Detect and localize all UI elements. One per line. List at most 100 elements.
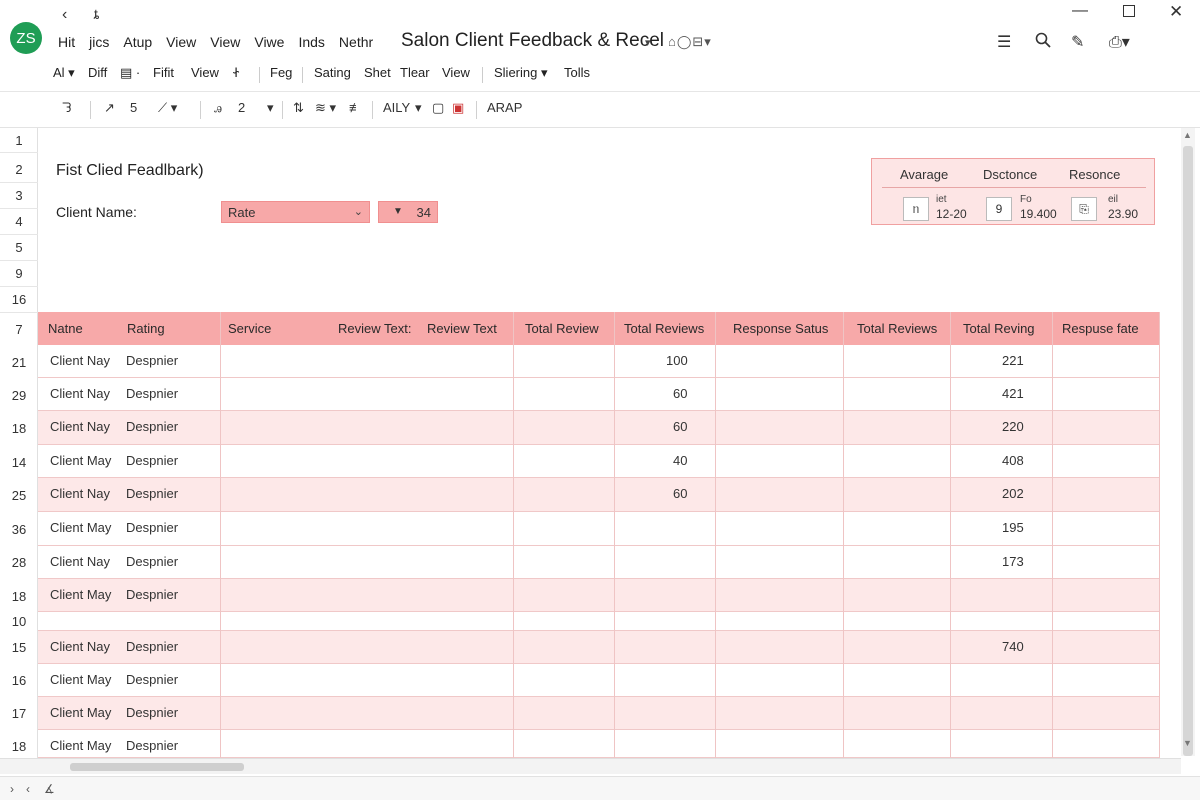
row-number[interactable]: 1 (0, 133, 38, 148)
menu-lines-icon[interactable]: ☰ (997, 32, 1011, 52)
cell-name[interactable]: Client Nay (50, 353, 110, 368)
menu-item-0[interactable]: Hit (58, 34, 75, 50)
col-header-total-reviews-1[interactable]: Total Reviews (624, 321, 704, 336)
cell-rating[interactable]: Despnier (126, 486, 178, 501)
table-row[interactable]: Client May Despnier (38, 579, 1160, 612)
cell-name[interactable]: Client May (50, 672, 111, 687)
scroll-up-icon[interactable]: ▲ (1183, 130, 1192, 140)
ribbon-item-10[interactable]: View (442, 65, 470, 80)
table-row[interactable]: Client Nay Despnier 60 202 (38, 478, 1160, 512)
summary-response-icon[interactable]: ⎘ (1071, 197, 1097, 221)
col-header-service[interactable]: Service (228, 321, 271, 336)
row-number[interactable]: 29 (0, 388, 38, 403)
cell-total-reving[interactable]: 408 (1002, 453, 1024, 468)
ribbon-item-9[interactable]: Tlear (400, 65, 430, 80)
share-icons[interactable]: ⌂◯⊟▾ (668, 34, 712, 50)
menu-item-1[interactable]: jics (89, 34, 109, 50)
col-header-response-status[interactable]: Response Satus (733, 321, 828, 336)
cell-rating[interactable]: Despnier (126, 453, 178, 468)
rate-dropdown[interactable]: Rate ⌄ (221, 201, 370, 223)
tool-wrap-icon[interactable]: ≋ ▾ (315, 100, 336, 116)
row-number[interactable]: 15 (0, 640, 38, 655)
cell-total-reving[interactable]: 202 (1002, 486, 1024, 501)
row-number[interactable]: 9 (0, 266, 38, 281)
cell-rating[interactable]: Despnier (126, 587, 178, 602)
row-number[interactable]: 4 (0, 214, 38, 229)
table-row[interactable]: Client May Despnier (38, 664, 1160, 697)
ribbon-item-8[interactable]: Shet (364, 65, 391, 80)
cell-total-reviews[interactable]: 40 (673, 453, 687, 468)
document-title[interactable]: Salon Client Feedback & Recel (401, 30, 664, 52)
sheet-nav-prev-icon[interactable]: › (10, 782, 14, 796)
row-number[interactable]: 18 (0, 739, 38, 754)
menu-item-3[interactable]: View (166, 34, 196, 50)
ribbon-item-12[interactable]: Tolls (564, 65, 590, 80)
col-header-total-review[interactable]: Total Review (525, 321, 599, 336)
cell-total-reviews[interactable]: 60 (673, 486, 687, 501)
cell-name[interactable]: Client May (50, 738, 111, 753)
vertical-scroll-thumb[interactable] (1183, 146, 1193, 756)
ribbon-item-11[interactable]: Sliering ▾ (494, 65, 548, 81)
row-number[interactable]: 5 (0, 240, 38, 255)
sheet-nav-next-icon[interactable]: ‹ (26, 782, 30, 796)
cell-name[interactable]: Client May (50, 520, 111, 535)
tool-size-value[interactable]: 2 (238, 100, 245, 115)
ribbon-item-1[interactable]: Diff (88, 65, 107, 80)
tool-chart-icon[interactable]: ▣ (452, 100, 464, 116)
tool-sort-icon[interactable]: ⇅ (293, 100, 304, 116)
tool-brush-icon[interactable]: ⟋ ▾ (158, 100, 177, 116)
row-number[interactable]: 36 (0, 522, 38, 537)
row-number[interactable]: 2 (0, 162, 38, 177)
col-header-response-rate[interactable]: Respuse fate (1062, 321, 1139, 336)
pen-icon[interactable]: ✎ (1071, 32, 1084, 52)
cell-rating[interactable]: Despnier (126, 639, 178, 654)
cell-rating[interactable]: Despnier (126, 672, 178, 687)
tool-size-chevron-icon[interactable]: ▾ (267, 100, 274, 116)
cell-name[interactable]: Client May (50, 705, 111, 720)
app-logo[interactable]: ZS (10, 22, 42, 54)
ribbon-item-3[interactable]: Fifit (153, 65, 174, 80)
summary-average-icon[interactable]: ᥒ (903, 197, 929, 221)
tool-wrap-text[interactable]: ARAP (487, 100, 522, 115)
row-number[interactable]: 21 (0, 355, 38, 370)
vertical-scrollbar[interactable]: ▲ ▼ (1181, 128, 1195, 756)
ribbon-item-2[interactable]: ▤ · (120, 65, 140, 81)
cell-name[interactable]: Client Nay (50, 554, 110, 569)
row-number[interactable]: 18 (0, 589, 38, 604)
table-row[interactable]: Client May Despnier 40 408 (38, 445, 1160, 478)
cell-total-reviews[interactable]: 60 (673, 419, 687, 434)
table-row[interactable]: Client Nay Despnier 740 (38, 631, 1160, 664)
count-filter[interactable]: ▼ 34 (378, 201, 438, 223)
cell-rating[interactable]: Despnier (126, 705, 178, 720)
row-number[interactable]: 25 (0, 488, 38, 503)
forward-icon[interactable]: ȶ (94, 6, 99, 22)
ribbon-item-6[interactable]: Feg (270, 65, 292, 80)
table-row[interactable]: Client Nay Despnier 173 (38, 546, 1160, 579)
row-number[interactable]: 16 (0, 292, 38, 307)
col-header-rating[interactable]: Rating (127, 321, 165, 336)
tool-font-size[interactable]: 5 (130, 100, 137, 115)
menu-item-5[interactable]: Viwe (254, 34, 284, 50)
col-header-review-text-1[interactable]: Review Text: (338, 321, 411, 336)
cell-rating[interactable]: Despnier (126, 738, 178, 753)
cell-total-reving[interactable]: 421 (1002, 386, 1024, 401)
table-row[interactable]: Client Nay Despnier 60 421 (38, 378, 1160, 411)
scroll-down-icon[interactable]: ▼ (1183, 738, 1192, 748)
cell-name[interactable]: Client Nay (50, 386, 110, 401)
tool-font-chevron-icon[interactable]: ▾ (415, 100, 422, 116)
cell-total-reviews[interactable]: 60 (673, 386, 687, 401)
title-chevron-down-icon[interactable]: ▾ (645, 36, 651, 49)
row-number[interactable]: 28 (0, 555, 38, 570)
minimize-icon[interactable]: — (1072, 2, 1088, 20)
cell-rating[interactable]: Despnier (126, 353, 178, 368)
back-icon[interactable]: ‹ (62, 6, 67, 24)
clipboard-icon[interactable]: ⎙▾ (1109, 32, 1130, 52)
cell-total-reving[interactable]: 220 (1002, 419, 1024, 434)
tool-text-icon[interactable]: ꭿ (214, 100, 222, 116)
table-row[interactable]: Client May Despnier 195 (38, 512, 1160, 546)
tool-copy-icon[interactable]: ▢ (432, 100, 444, 116)
cell-name[interactable]: Client Nay (50, 486, 110, 501)
horizontal-scroll-thumb[interactable] (70, 763, 244, 771)
col-header-review-text-2[interactable]: Review Text (427, 321, 497, 336)
ribbon-item-0[interactable]: Al ▾ (53, 65, 75, 81)
